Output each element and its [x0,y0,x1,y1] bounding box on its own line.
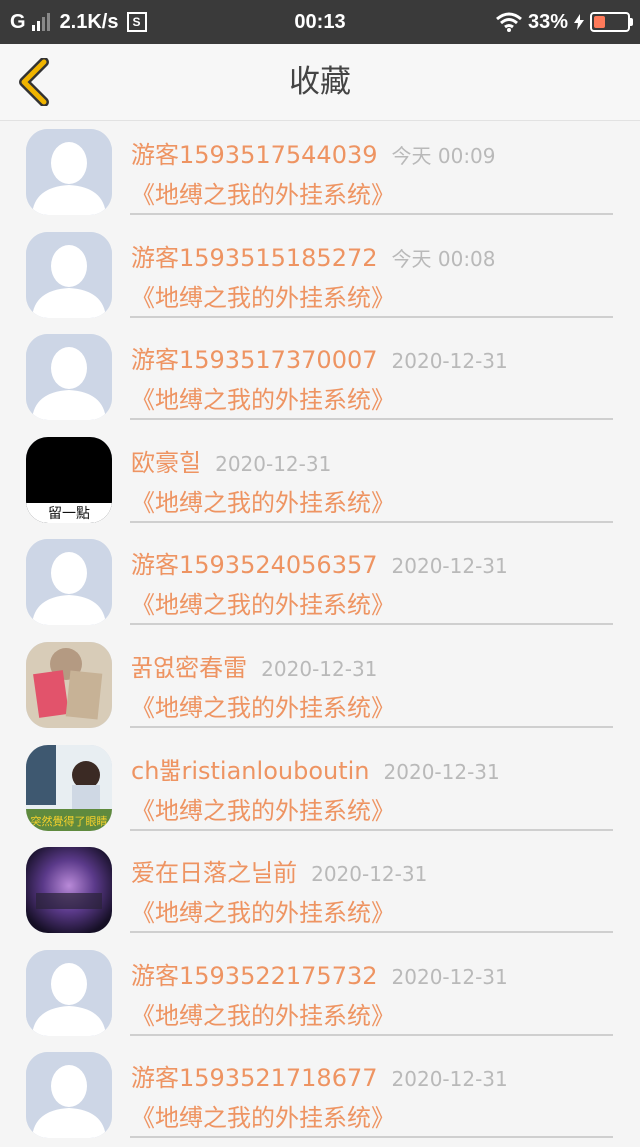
charging-icon [574,14,584,30]
divider [130,315,613,318]
book-title: 《地缚之我的外挂系统》 [131,488,395,517]
battery-percent: 33% [527,10,568,33]
user-name: 游客1593521718677 2020-12-31 [131,1058,508,1093]
timestamp: 2020-12-31 [391,349,508,374]
avatar[interactable] [26,949,112,1036]
favorites-list: 游客1593517544039 今天 00:09 《地缚之我的外挂系统》 游客1593… [0,121,640,1147]
battery-fill [594,16,605,28]
user-name-text: 爱在日落之닐前 [131,859,298,888]
timestamp: 2020-12-31 [391,1067,508,1092]
user-name-text: 游客1593524056357 [131,551,378,580]
timestamp: 2020-12-31 [383,759,500,784]
avatar[interactable] [26,847,112,934]
book-title: 《地缚之我的外挂系统》 [131,796,395,825]
user-name: 游客1593517544039 今天 00:09 [131,135,496,170]
page-title: 收藏 [289,64,351,100]
battery-icon [590,12,633,32]
user-name-text: 游客1593515185272 [131,243,378,272]
divider [130,1033,613,1036]
avatar[interactable] [26,231,112,318]
user-name: 游客1593522175732 2020-12-31 [131,956,508,991]
divider [130,418,613,421]
avatar[interactable] [26,1052,112,1139]
list-item[interactable]: 游客1593517370007 2020-12-31 《地缚之我的外挂系统》 [0,326,640,429]
avatar[interactable] [26,334,112,421]
timestamp: 今天 00:09 [391,144,496,168]
book-title: 《地缚之我的外挂系统》 [131,283,395,312]
user-name: 欧豪힐 2020-12-31 [131,443,331,478]
user-name: 游客1593515185272 今天 00:08 [131,238,496,273]
avatar[interactable]: 留一點 [26,436,112,523]
timestamp: 2020-12-31 [391,964,508,989]
divider [130,1136,613,1139]
user-name: 游客1593517370007 2020-12-31 [131,340,508,375]
user-name-text: 游客1593517370007 [131,346,378,375]
timestamp: 今天 00:08 [391,246,496,271]
book-title: 《地缚之我的外挂系统》 [131,386,395,415]
avatar[interactable] [26,129,112,215]
user-name: ch뿗ristianlouboutin 2020-12-31 [131,751,500,786]
divider [130,828,613,831]
divider [130,931,613,934]
book-title: 《地缚之我的外挂系统》 [131,899,395,928]
list-item[interactable]: 游客1593524056357 2020-12-31 《地缚之我的外挂系统》 [0,531,640,634]
divider [130,213,613,215]
list-item[interactable]: 游客1593522175732 2020-12-31 《地缚之我的外挂系统》 [0,942,640,1045]
user-name-text: 欧豪힐 [131,448,202,477]
book-title: 《地缚之我的外挂系统》 [131,1001,395,1030]
list-item[interactable]: 突然覺得了眼睛 ch뿗ristianlouboutin 2020-12-31 《地缚之… [0,737,640,840]
nav-bar: 收藏 [0,44,640,121]
timestamp: 2020-12-31 [391,554,508,579]
user-name-text: ch뿗ristianlouboutin [131,756,370,785]
status-bar: G 2.1K/s S 00:13 33% [0,0,640,44]
svg-text:留一點: 留一點 [48,506,90,522]
timestamp: 2020-12-31 [261,656,378,681]
list-item[interactable]: 游客1593517544039 今天 00:09 《地缚之我的外挂系统》 [0,121,640,224]
divider [130,623,613,626]
divider [130,725,613,728]
list-item[interactable]: 游客1593515185272 今天 00:08 《地缚之我的外挂系统》 [0,224,640,327]
avatar[interactable] [26,641,112,728]
timestamp: 2020-12-31 [215,451,332,476]
avatar[interactable] [26,539,112,626]
list-item[interactable]: 游客1593521718677 2020-12-31 《地缚之我的外挂系统》 [0,1044,640,1147]
timestamp: 2020-12-31 [311,862,428,887]
book-title: 《地缚之我的外挂系统》 [131,181,395,209]
user-name-text: 游客1593521718677 [131,1064,378,1093]
list-item[interactable]: 꿁엾密春雷 2020-12-31 《地缚之我的外挂系统》 [0,634,640,737]
divider [130,520,613,523]
list-item[interactable]: 留一點 欧豪힐 2020-12-31 《地缚之我的外挂系统》 [0,429,640,532]
book-title: 《地缚之我的外挂系统》 [131,591,395,620]
user-name: 爱在日落之닐前 2020-12-31 [131,853,427,888]
user-name: 꿁엾密春雷 2020-12-31 [131,648,377,683]
user-name-text: 游客1593522175732 [131,961,378,990]
avatar[interactable]: 突然覺得了眼睛 [26,744,112,831]
status-right: 33% [496,0,633,44]
svg-text:突然覺得了眼睛: 突然覺得了眼睛 [31,814,108,828]
book-title: 《地缚之我的外挂系统》 [131,1104,395,1133]
user-name-text: 꿁엾密春雷 [131,653,248,682]
user-name-text: 游客1593517544039 [131,141,378,169]
book-title: 《地缚之我的外挂系统》 [131,693,395,722]
user-name: 游客1593524056357 2020-12-31 [131,545,508,580]
wifi-icon [496,12,522,32]
list-item[interactable]: 爱在日落之닐前 2020-12-31 《地缚之我的外挂系统》 [0,839,640,942]
